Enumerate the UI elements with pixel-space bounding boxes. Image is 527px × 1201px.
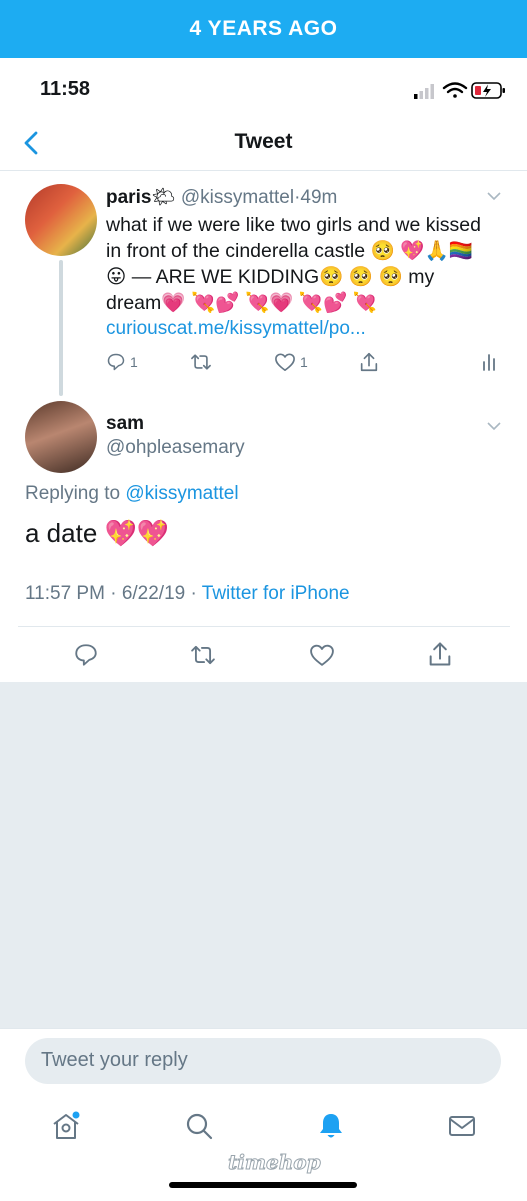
empty-area [0,682,527,1028]
search-icon[interactable] [183,1110,215,1142]
banner-text: 4 YEARS AGO [189,17,338,40]
user-handle[interactable]: @kissymattel [181,187,294,208]
tweet-actions [0,637,527,673]
retweet-action[interactable] [190,352,212,372]
thread-line [59,260,63,396]
tweet-link[interactable]: curiouscat.me/kissymattel/po... [106,318,366,340]
heart-icon [275,353,295,371]
home-indicator[interactable] [169,1182,357,1188]
notifications-bell-icon[interactable] [315,1110,347,1142]
separator: · [190,583,197,604]
replying-to: Replying to @kissymattel [25,483,239,505]
like-count: 1 [300,354,308,370]
user-handle[interactable]: @ohpleasemary [106,437,245,459]
name-emoji: 🌤 [151,186,176,208]
reply-count: 1 [130,354,138,370]
avatar[interactable] [25,184,97,256]
reply-placeholder: Tweet your reply [41,1049,188,1071]
page-title: Tweet [234,130,293,153]
status-time: 11:58 [40,78,91,100]
replying-label: Replying to [25,483,121,504]
status-icons [414,82,505,99]
tweet-header: paris🌤 @kissymattel·49m [106,185,337,209]
heart-icon[interactable] [308,643,336,667]
display-name[interactable]: sam [106,413,144,435]
tweet-time: 11:57 PM [25,583,105,604]
reply-icon[interactable] [73,642,99,668]
analytics-action[interactable] [482,352,498,372]
wifi-icon [442,82,468,98]
share-icon[interactable] [426,640,454,668]
reply-icon [107,353,125,371]
analytics-icon [483,354,495,371]
retweet-icon [191,354,211,370]
chevron-down-icon[interactable] [487,421,501,431]
timehop-watermark: timehop [228,1150,322,1175]
replying-handle[interactable]: @kissymattel [125,483,238,504]
reply-action[interactable]: 1 [106,352,138,372]
tweet-text: what if we were like two girls and we ki… [106,214,481,314]
tweet-text: a date 💖💖 [25,518,170,548]
home-icon[interactable] [50,1110,82,1142]
avatar[interactable] [25,401,97,473]
tweet-meta: 11:57 PM · 6/22/19 · Twitter for iPhone [25,583,350,605]
separator: · [110,583,117,604]
tweet-date: 6/22/19 [121,583,186,604]
messages-envelope-icon[interactable] [446,1110,478,1142]
tweet-source[interactable]: Twitter for iPhone [202,583,350,604]
share-icon [360,352,378,372]
tweet-age: 49m [300,187,338,208]
like-action[interactable]: 1 [274,352,308,372]
memory-banner: 4 YEARS AGO [0,0,527,58]
divider [18,626,510,627]
chevron-down-icon[interactable] [487,191,501,201]
cellular-signal-icon [414,84,434,99]
tweet-actions: 1 1 [106,350,501,376]
retweet-icon[interactable] [189,643,217,667]
battery-icon [471,82,505,99]
display-name[interactable]: paris [106,187,151,208]
share-action[interactable] [358,351,380,373]
